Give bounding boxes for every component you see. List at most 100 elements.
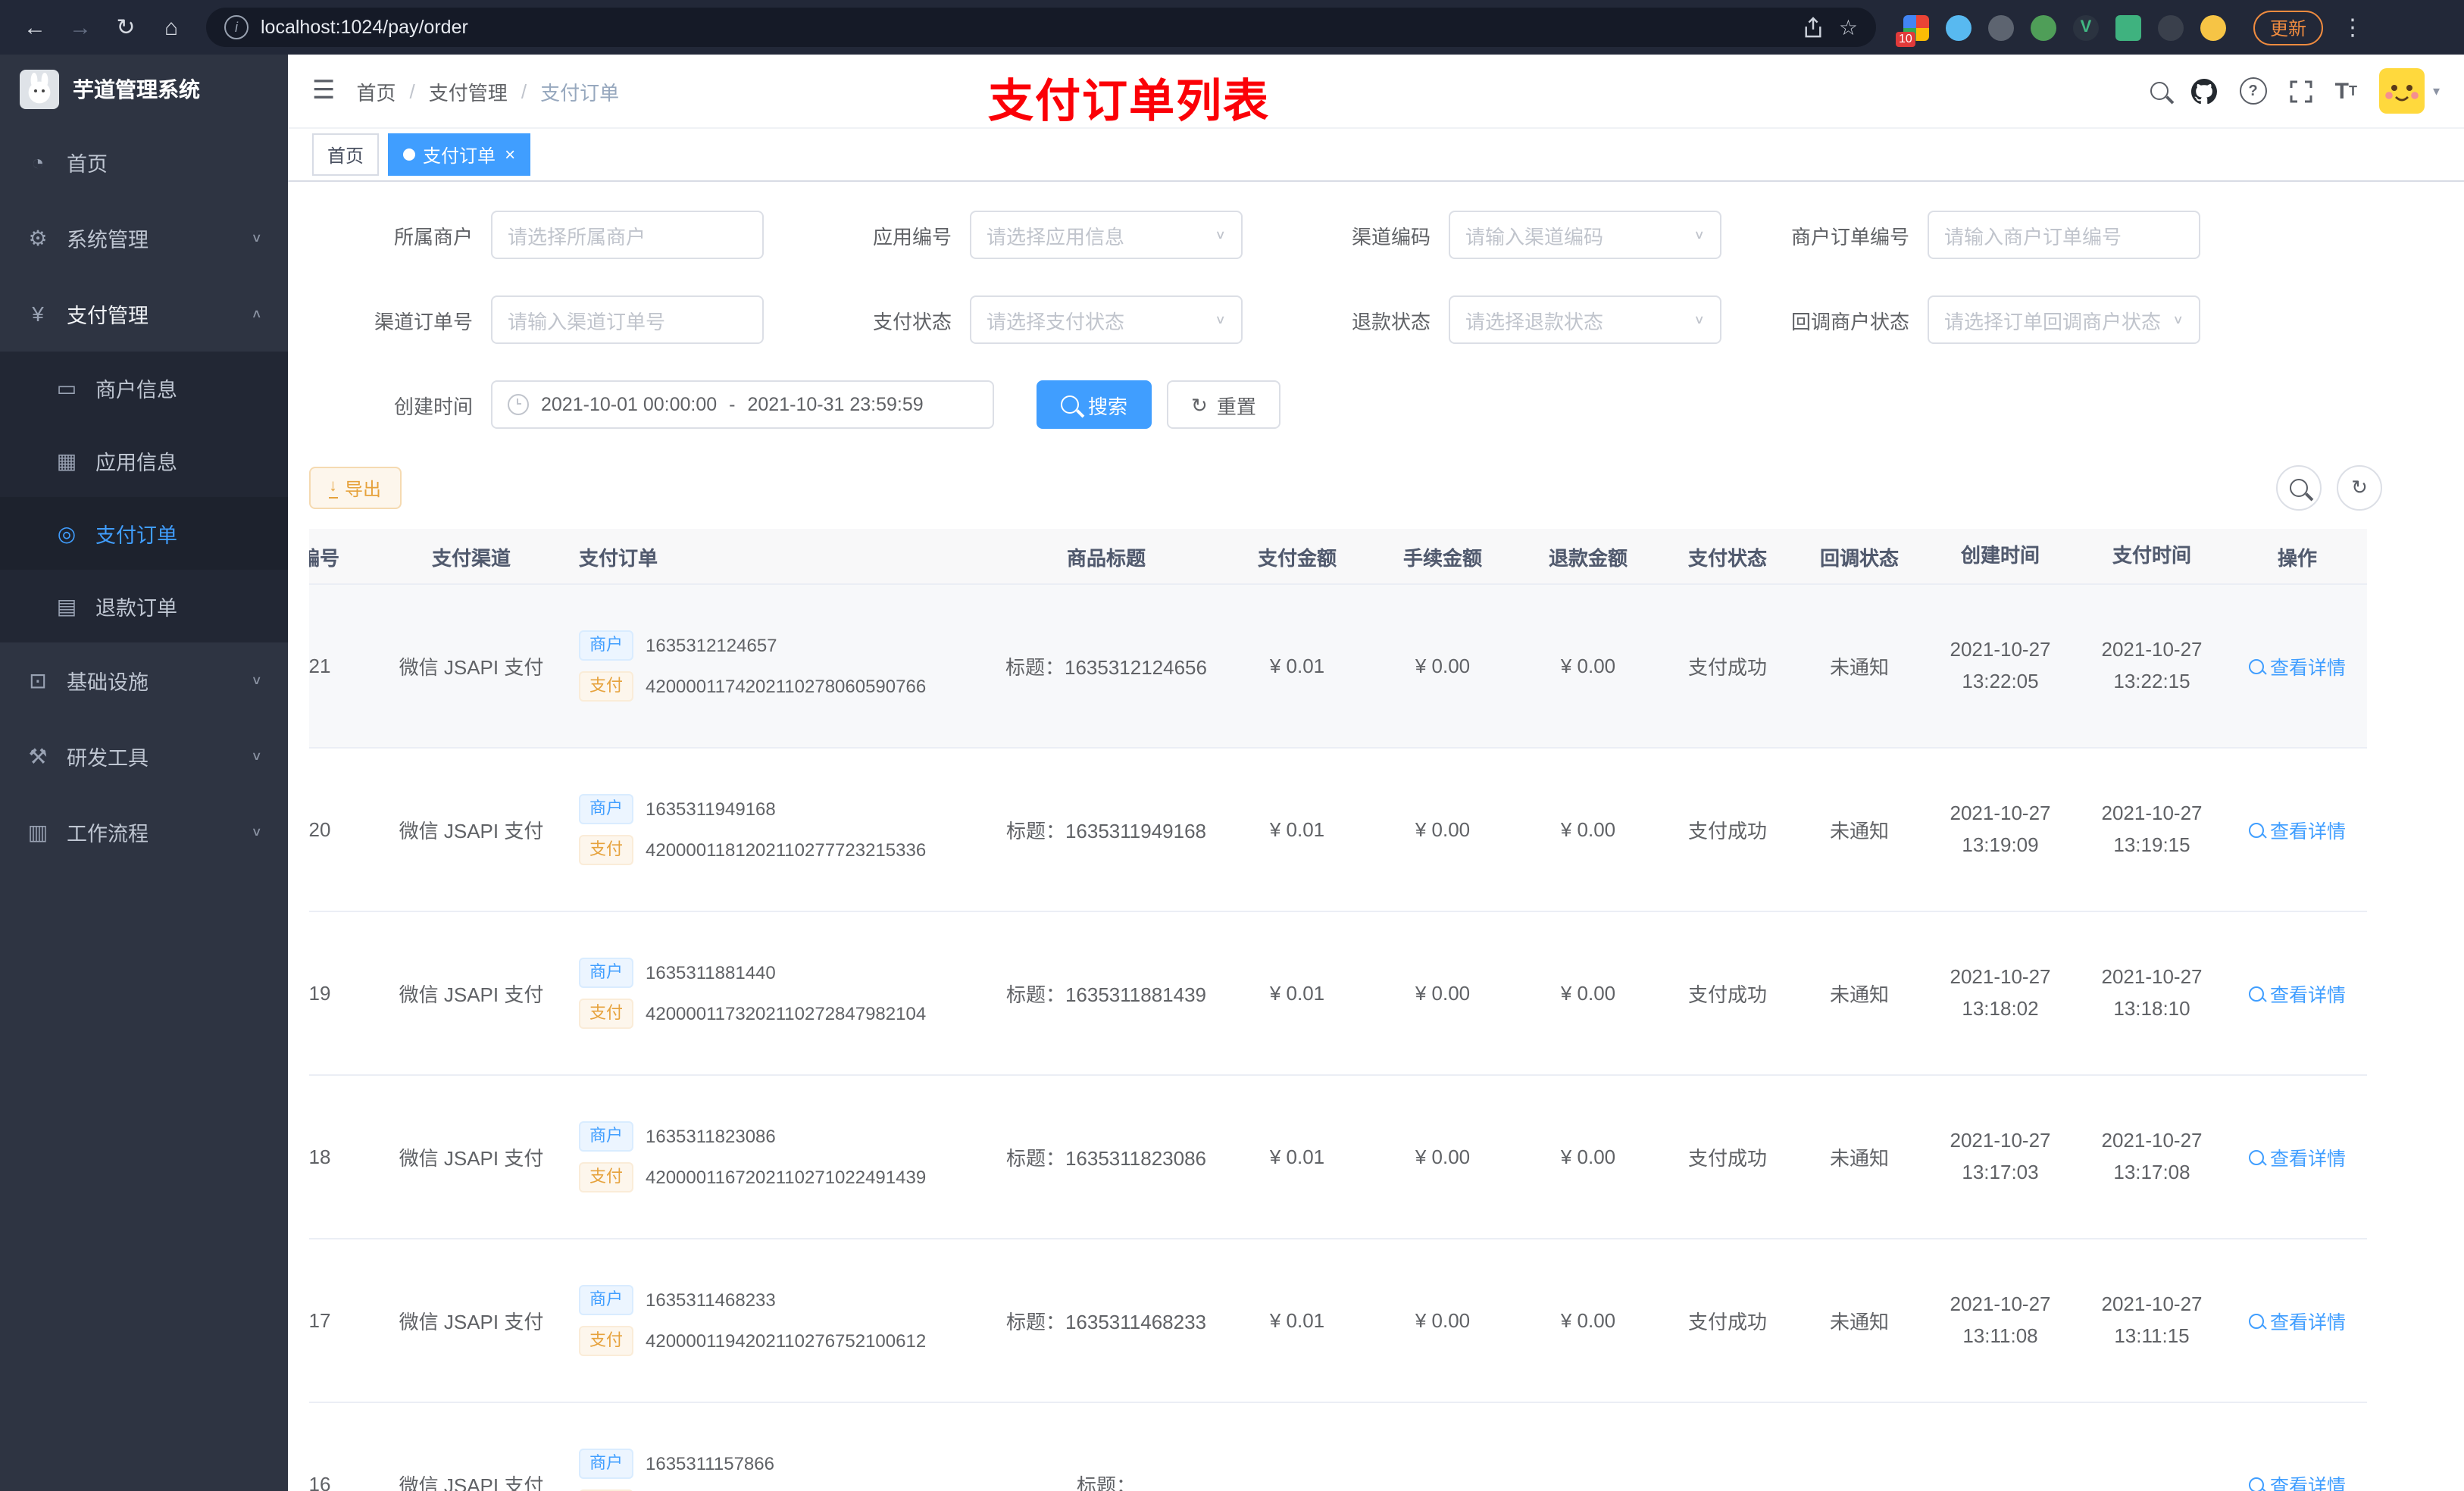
sidebar-item-pay[interactable]: ¥ 支付管理 ∧ [0,276,288,352]
channel-order-filter-input[interactable]: 请输入渠道订单号 [491,295,764,344]
cell-action: 查看详情 [2228,1306,2367,1335]
merchant-order-filter-input[interactable]: 请输入商户订单编号 [1928,211,2200,259]
sidebar-item-merchant-info[interactable]: ▭ 商户信息 [0,352,288,424]
github-icon[interactable] [2190,78,2217,104]
refund-status-filter-select[interactable]: 请选择退款状态 ∨ [1449,295,1721,344]
tab-pay-order[interactable]: 支付订单 × [388,133,531,176]
share-icon[interactable] [1804,16,1824,39]
table-row: 19 微信 JSAPI 支付 商户 1635311881440 支付 42000… [309,912,2367,1076]
view-detail-link[interactable]: 查看详情 [2248,815,2346,844]
forward-icon[interactable]: → [61,8,100,47]
export-button[interactable]: ↓ 导出 [309,467,402,509]
vue-devtools-icon[interactable]: V [2073,14,2099,40]
cell-status: 支付成功 [1687,656,1767,679]
app: 芋道管理系统 ◔ 首页 ⚙ 系统管理 ∨ ¥ 支付管理 ∧ ▭ 商户信息 ▦ 应… [0,55,2464,1491]
clock-icon [508,394,529,415]
address-bar[interactable]: i localhost:1024/pay/order ☆ [206,8,1876,47]
reset-button[interactable]: ↻ 重置 [1167,380,1280,429]
refresh-table-button[interactable]: ↻ [2337,465,2382,511]
briefcase-icon: ▥ [27,819,48,843]
pay-order-no: 4200001167202110271022491439 [646,1167,927,1188]
cell-notify-status: 未通知 [1829,983,1889,1006]
extension-icon[interactable] [1988,14,2014,40]
browser-update-button[interactable]: 更新 [2253,10,2324,45]
cell-fee: ¥ 0.00 [1415,1146,1471,1168]
breadcrumb: 首页 / 支付管理 / 支付订单 [357,77,620,105]
view-detail-link[interactable]: 查看详情 [2248,1470,2346,1491]
document-icon: ▤ [56,593,77,617]
extensions-pin-icon[interactable] [2158,14,2184,40]
search-icon [2248,1313,2264,1328]
back-icon[interactable]: ← [15,8,55,47]
site-info-icon[interactable]: i [224,15,249,39]
cell-channel: 微信 JSAPI 支付 [399,820,544,842]
extension-chat-icon[interactable] [2115,14,2141,40]
channel-code-filter-select[interactable]: 请输入渠道编码 ∨ [1449,211,1721,259]
cell-fee: ¥ 0.00 [1415,818,1471,841]
view-detail-link[interactable]: 查看详情 [2248,1142,2346,1171]
sidebar-toggle-icon[interactable]: ☰ [312,76,336,106]
cell-action: 查看详情 [2228,652,2367,680]
refund-status-filter-label: 退款状态 [1351,310,1431,333]
view-detail-link[interactable]: 查看详情 [2248,1306,2346,1335]
app-filter-label: 应用编号 [872,225,952,248]
search-icon [2248,1477,2264,1491]
cell-title: 标题：1635311949168 [1005,820,1207,842]
sidebar-item-system[interactable]: ⚙ 系统管理 ∨ [0,200,288,276]
pay-order-no: 4200001173202110272847982104 [646,1003,927,1024]
merchant-badge: 商户 [579,630,633,661]
table-row: 16 微信 JSAPI 支付 商户 1635311157866 支付 标题： [309,1403,2367,1491]
merchant-filter-label: 所属商户 [393,225,473,248]
extension-grid-icon[interactable]: 10 [1896,14,1929,46]
browser-menu-icon[interactable]: ⋮ [2341,14,2364,41]
cell-title: 标题：1635311881439 [1005,983,1207,1006]
search-button[interactable]: 搜索 [1037,380,1152,429]
profile-avatar-icon[interactable] [2200,14,2226,40]
home-icon[interactable]: ⌂ [152,8,191,47]
date-end: 2021-10-31 23:59:59 [747,394,924,415]
fullscreen-icon[interactable] [2290,80,2312,102]
pay-badge: 支付 [579,1326,633,1356]
sidebar-item-workflow[interactable]: ▥ 工作流程 ∨ [0,794,288,870]
view-detail-link[interactable]: 查看详情 [2248,979,2346,1008]
search-icon [2248,658,2264,674]
search-icon[interactable] [2150,82,2169,100]
pay-status-filter-select[interactable]: 请选择支付状态 ∨ [970,295,1243,344]
sidebar-item-infra[interactable]: ⊡ 基础设施 ∨ [0,642,288,718]
cell-amount: ¥ 0.01 [1269,1146,1325,1168]
chevron-down-icon: ∨ [251,749,262,763]
view-detail-link[interactable]: 查看详情 [2248,652,2346,680]
toggle-search-button[interactable] [2276,465,2322,511]
tags-view-bar: 首页 支付订单 × [288,129,2464,182]
screen: ← → ↻ ⌂ i localhost:1024/pay/order ☆ 10 … [0,0,2464,1491]
tab-home[interactable]: 首页 [312,133,380,176]
sidebar-item-devtools[interactable]: ⚒ 研发工具 ∨ [0,718,288,794]
sidebar-item-home[interactable]: ◔ 首页 [0,124,288,200]
help-icon[interactable]: ? [2239,77,2267,105]
app-filter-select[interactable]: 请选择应用信息 ∨ [970,211,1243,259]
sidebar-item-app-info[interactable]: ▦ 应用信息 [0,424,288,497]
cell-title: 标题：1635311823086 [1005,1147,1207,1170]
sidebar-item-refund-order[interactable]: ▤ 退款订单 [0,570,288,642]
extension-drop-icon[interactable] [1946,14,1972,40]
url-text: localhost:1024/pay/order [261,17,468,38]
sidebar-item-pay-order[interactable]: ◎ 支付订单 [0,497,288,570]
font-size-icon[interactable]: TT [2335,80,2357,102]
cell-refund: ¥ 0.00 [1560,982,1616,1005]
breadcrumb-pay[interactable]: 支付管理 [429,77,508,105]
user-menu[interactable]: ▾ [2379,68,2440,114]
order-table: 编号 支付渠道 支付订单 商品标题 支付金额 手续金额 退款金额 支付状态 回调… [309,529,2443,1491]
grid-icon: ▦ [56,448,77,472]
merchant-filter-input[interactable]: 请选择所属商户 [491,211,764,259]
callback-status-filter-select[interactable]: 请选择订单回调商户状态 ∨ [1928,295,2200,344]
extension-icon[interactable] [2031,14,2056,40]
bookmark-star-icon[interactable]: ☆ [1839,14,1858,40]
reload-icon[interactable]: ↻ [106,8,145,47]
cell-notify-status: 未通知 [1829,820,1889,842]
table-row: 17 微信 JSAPI 支付 商户 1635311468233 支付 42000… [309,1239,2367,1403]
close-icon[interactable]: × [505,145,515,164]
breadcrumb-home[interactable]: 首页 [357,77,396,105]
cell-amount: ¥ 0.01 [1269,655,1325,677]
chevron-down-icon: ∨ [251,825,262,839]
date-range-input[interactable]: 2021-10-01 00:00:00 - 2021-10-31 23:59:5… [491,380,994,429]
